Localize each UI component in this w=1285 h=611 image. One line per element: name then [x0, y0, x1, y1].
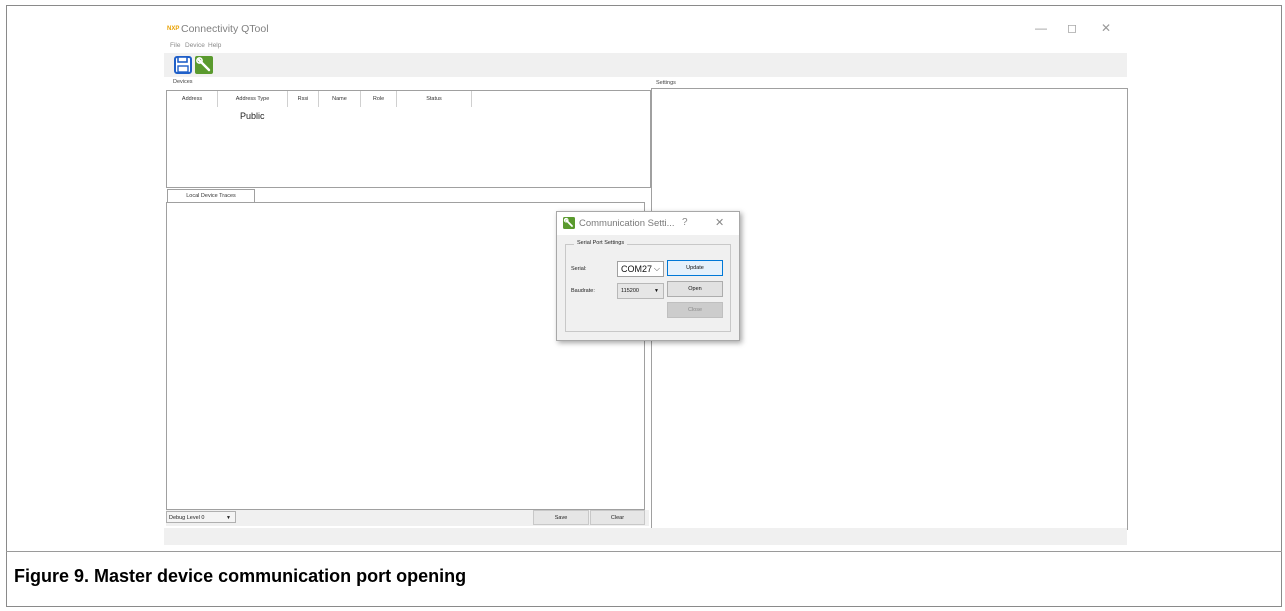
serial-port-combobox[interactable]: COM27 ⌵: [617, 261, 664, 277]
chevron-down-icon: ⌵: [653, 264, 660, 273]
baudrate-label: Baudrate:: [571, 288, 595, 294]
column-header-address[interactable]: Address: [167, 91, 218, 107]
debug-level-select[interactable]: Debug Level 0 ▼: [166, 511, 236, 523]
dropdown-arrow-icon: ▼: [226, 515, 231, 521]
device-row-address-type[interactable]: Public: [240, 111, 265, 121]
tab-local-device-traces[interactable]: Local Device Traces: [167, 189, 255, 203]
open-button[interactable]: Open: [667, 281, 723, 297]
communication-settings-button[interactable]: [195, 56, 213, 74]
baudrate-combobox[interactable]: 115200 ▼: [617, 283, 664, 299]
close-port-button[interactable]: Close: [667, 302, 723, 318]
column-header-role[interactable]: Role: [361, 91, 397, 107]
column-header-rssi[interactable]: Rssi: [288, 91, 319, 107]
devices-table[interactable]: Address Address Type Rssi Name Role Stat…: [166, 90, 651, 188]
baudrate-value: 115200: [621, 288, 639, 294]
close-window-button[interactable]: ✕: [1098, 21, 1114, 35]
settings-label: Settings: [656, 80, 676, 86]
serial-port-value: COM27: [621, 264, 653, 274]
floppy-disk-icon: [174, 56, 192, 74]
column-header-status[interactable]: Status: [397, 91, 472, 107]
toolbar: [164, 53, 1127, 77]
menu-help[interactable]: Help: [208, 42, 221, 49]
wrench-icon: [563, 217, 575, 229]
column-header-address-type[interactable]: Address Type: [218, 91, 288, 107]
traces-bottom-bar: Debug Level 0 ▼ Save Clear: [166, 510, 649, 526]
group-title: Serial Port Settings: [574, 240, 628, 246]
help-button[interactable]: ?: [682, 217, 688, 228]
caption-divider: [6, 551, 1282, 552]
save-traces-button[interactable]: Save: [533, 510, 589, 525]
column-header-name[interactable]: Name: [319, 91, 361, 107]
dialog-title-bar: Communication Setti... ? ✕: [557, 212, 739, 235]
menu-file[interactable]: File: [170, 42, 180, 49]
clear-traces-button[interactable]: Clear: [590, 510, 645, 525]
dropdown-arrow-icon: ▼: [654, 288, 659, 294]
dialog-title: Communication Setti...: [579, 218, 675, 229]
close-dialog-button[interactable]: ✕: [715, 216, 724, 229]
update-button[interactable]: Update: [667, 260, 723, 276]
communication-settings-dialog: Communication Setti... ? ✕ Serial Port S…: [556, 211, 740, 341]
restore-button[interactable]: ◻: [1064, 21, 1080, 35]
window-title: Connectivity QTool: [181, 23, 269, 35]
save-config-button[interactable]: [174, 56, 192, 74]
serial-label: Serial:: [571, 266, 587, 272]
minimize-button[interactable]: —: [1033, 21, 1049, 35]
devices-label: Devices: [173, 79, 193, 85]
wrench-icon: [195, 56, 213, 74]
nxp-logo: NXP: [167, 26, 180, 32]
figure-caption: Figure 9. Master device communication po…: [14, 566, 467, 586]
status-bar: [164, 528, 1127, 545]
debug-level-value: Debug Level 0: [169, 515, 205, 521]
title-bar: NXP Connectivity QTool — ◻ ✕: [164, 15, 1127, 41]
menu-device[interactable]: Device: [185, 42, 205, 49]
